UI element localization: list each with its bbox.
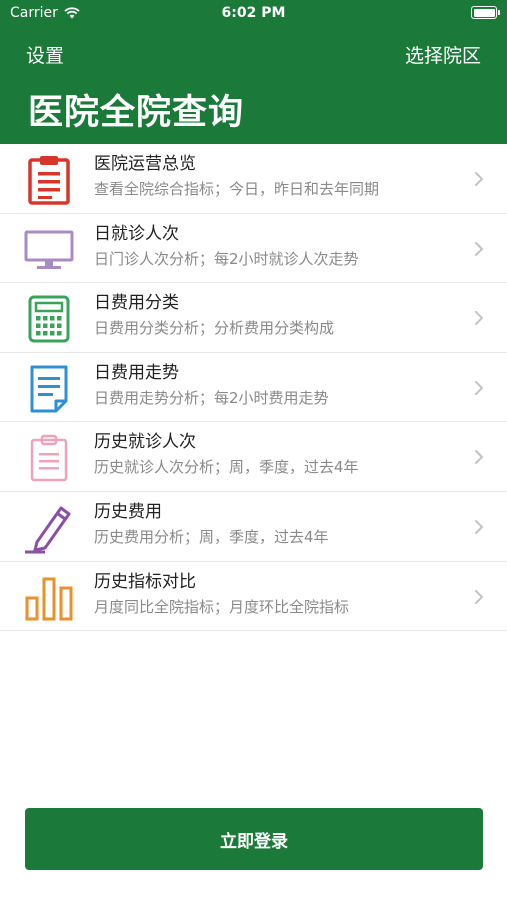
menu-item-subtitle: 历史费用分析；周，季度，过去4年 <box>94 527 329 546</box>
menu-item-title: 日费用分类 <box>94 293 179 314</box>
page-title: 医院全院查询 <box>28 93 245 133</box>
menu-item[interactable]: 医院运营总览查看全院综合指标；今日，昨日和去年同期 <box>0 144 507 214</box>
menu-item-text: 历史费用历史费用分析；周，季度，过去4年 <box>94 501 467 548</box>
document-icon <box>22 363 76 415</box>
menu-item-subtitle: 日门诊人次分析；每2小时就诊人次走势 <box>94 249 359 268</box>
menu-item-text: 日就诊人次日门诊人次分析；每2小时就诊人次走势 <box>94 223 467 270</box>
menu-list: 医院运营总览查看全院综合指标；今日，昨日和去年同期 日就诊人次日门诊人次分析；每2… <box>0 144 507 632</box>
chevron-right-icon <box>473 378 485 398</box>
clipboard-outline-icon <box>22 432 76 484</box>
app-header: Carrier 6:02 PM 设置 选择院区 医院全院查询 <box>0 0 507 144</box>
menu-item[interactable]: 日费用走势日费用走势分析；每2小时费用走势 <box>0 353 507 423</box>
settings-button[interactable]: 设置 <box>26 41 64 68</box>
menu-item-title: 日就诊人次 <box>94 223 179 244</box>
menu-item-subtitle: 查看全院综合指标；今日，昨日和去年同期 <box>94 180 380 198</box>
bar-chart-icon <box>22 572 76 624</box>
battery-level <box>473 8 495 17</box>
menu-item[interactable]: 日就诊人次日门诊人次分析；每2小时就诊人次走势 <box>0 214 507 284</box>
menu-item[interactable]: 历史就诊人次历史就诊人次分析；周，季度，过去4年 <box>0 422 507 492</box>
menu-item[interactable]: 历史指标对比月度同比全院指标；月度环比全院指标 <box>0 562 507 632</box>
menu-item-text: 历史指标对比月度同比全院指标；月度环比全院指标 <box>94 571 467 618</box>
chevron-right-icon <box>473 239 485 259</box>
menu-item-title: 日费用走势 <box>94 362 179 383</box>
monitor-icon <box>22 224 76 276</box>
menu-item-subtitle: 日费用走势分析；每2小时费用走势 <box>94 388 329 407</box>
menu-item-title: 医院运营总览 <box>94 154 196 174</box>
menu-item[interactable]: 日费用分类日费用分类分析；分析费用分类构成 <box>0 283 507 353</box>
clipboard-icon <box>22 154 76 206</box>
chevron-right-icon <box>473 587 485 607</box>
chevron-right-icon <box>473 517 485 537</box>
menu-item-title: 历史指标对比 <box>94 571 196 592</box>
menu-item-title: 历史就诊人次 <box>94 432 196 453</box>
menu-item-text: 医院运营总览查看全院综合指标；今日，昨日和去年同期 <box>94 153 467 200</box>
calculator-icon <box>22 293 76 345</box>
battery-icon <box>471 6 500 19</box>
chevron-right-icon <box>473 447 485 467</box>
chevron-right-icon <box>473 169 485 189</box>
menu-item-text: 历史就诊人次历史就诊人次分析；周，季度，过去4年 <box>94 431 467 478</box>
status-bar: Carrier 6:02 PM <box>0 0 507 28</box>
menu-item-subtitle: 月度同比全院指标；月度环比全院指标 <box>94 597 350 616</box>
status-time: 6:02 PM <box>221 5 286 21</box>
menu-item-text: 日费用走势日费用走势分析；每2小时费用走势 <box>94 362 467 409</box>
chevron-right-icon <box>473 308 485 328</box>
menu-item[interactable]: 历史费用历史费用分析；周，季度，过去4年 <box>0 492 507 562</box>
select-campus-button[interactable]: 选择院区 <box>405 41 481 68</box>
menu-item-title: 历史费用 <box>94 501 162 522</box>
menu-item-subtitle: 日费用分类分析；分析费用分类构成 <box>94 319 335 338</box>
login-button[interactable]: 立即登录 <box>25 808 483 870</box>
menu-item-text: 日费用分类日费用分类分析；分析费用分类构成 <box>94 292 467 339</box>
pen-icon <box>22 502 76 554</box>
menu-item-subtitle: 历史就诊人次分析；周，季度，过去4年 <box>94 458 359 477</box>
